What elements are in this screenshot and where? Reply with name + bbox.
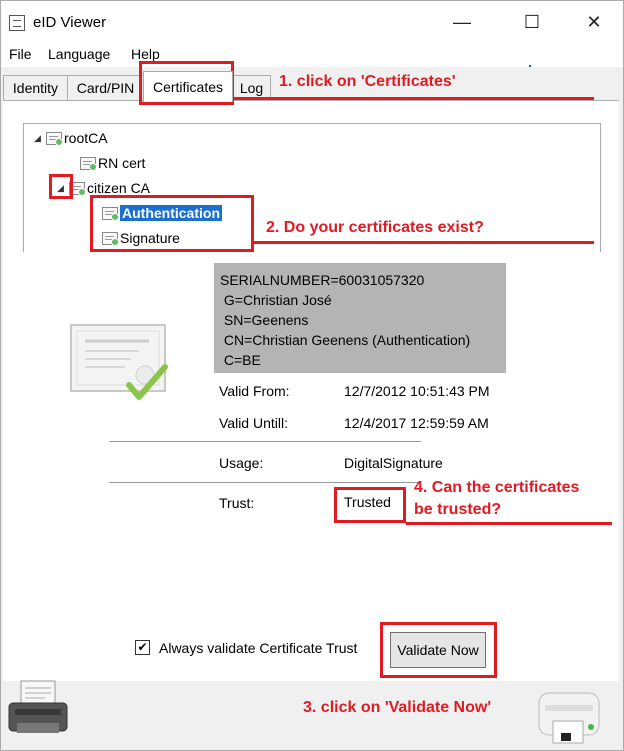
usage-value: DigitalSignature [344, 455, 443, 471]
subject-line: G=Christian José [220, 292, 332, 308]
valid-until-value: 12/4/2017 12:59:59 AM [344, 415, 489, 431]
annotation-step4: 4. Can the certificates [414, 479, 580, 496]
always-validate-label: Always validate Certificate Trust [159, 640, 358, 656]
menu-help[interactable]: Help [131, 46, 160, 62]
highlight-box [90, 195, 254, 252]
valid-until-label: Valid Untill: [219, 415, 288, 431]
minimize-button[interactable]: — [439, 1, 485, 43]
highlight-box [49, 174, 73, 199]
printer-icon[interactable] [5, 679, 71, 739]
card-reader-icon [538, 692, 600, 744]
tree-label: citizen CA [87, 180, 151, 196]
tab-card-pin[interactable]: Card/PIN [67, 75, 144, 100]
decorative-dot [529, 65, 531, 67]
valid-from-label: Valid From: [219, 383, 290, 399]
annotation-line [254, 241, 594, 244]
tree-label: RN cert [98, 155, 146, 171]
annotation-step3: 3. click on 'Validate Now' [303, 699, 492, 716]
menu-language[interactable]: Language [48, 46, 110, 62]
annotation-step4: be trusted? [414, 501, 502, 518]
maximize-button[interactable]: ☐ [509, 1, 555, 43]
usage-label: Usage: [219, 455, 264, 471]
trust-label: Trust: [219, 495, 255, 511]
annotation-line [234, 97, 594, 100]
subject-line: SN=Geenens [220, 312, 309, 328]
app-window: eID Viewer — ☐ ✕ File Language Help Iden… [0, 0, 624, 751]
annotation-line [406, 522, 612, 525]
tree-label: rootCA [64, 130, 108, 146]
subject-line: CN=Christian Geenens (Authentication) [220, 332, 471, 348]
tree-node-rootca[interactable]: ◢ rootCA [34, 127, 108, 149]
tree-node-rn-cert[interactable]: RN cert [80, 152, 145, 174]
close-button[interactable]: ✕ [571, 1, 617, 43]
certificate-subject: SERIALNUMBER=60031057320 G=Christian Jos… [214, 263, 506, 373]
divider [109, 482, 421, 483]
title-bar: eID Viewer — ☐ ✕ [1, 1, 623, 43]
subject-line: SERIALNUMBER=60031057320 [220, 272, 425, 288]
tab-identity[interactable]: Identity [3, 75, 68, 100]
menu-bar: File Language Help [1, 43, 623, 67]
window-title: eID Viewer [33, 14, 107, 31]
collapse-icon[interactable]: ◢ [34, 133, 46, 144]
highlight-box [334, 487, 406, 523]
annotation-step1: 1. click on 'Certificates' [279, 73, 456, 90]
valid-from-value: 12/7/2012 10:51:43 PM [344, 383, 490, 399]
certificate-icon [80, 156, 97, 171]
tab-certificates[interactable]: Certificates [143, 71, 233, 102]
annotation-step2: 2. Do your certificates exist? [266, 219, 484, 236]
menu-file[interactable]: File [9, 46, 32, 62]
always-validate-checkbox[interactable]: ✔ [135, 640, 150, 655]
subject-line: C=BE [220, 352, 261, 368]
divider [109, 441, 421, 442]
certificate-icon [70, 324, 168, 400]
certificate-icon [46, 131, 63, 146]
highlight-box [380, 622, 497, 678]
app-icon [9, 15, 25, 31]
